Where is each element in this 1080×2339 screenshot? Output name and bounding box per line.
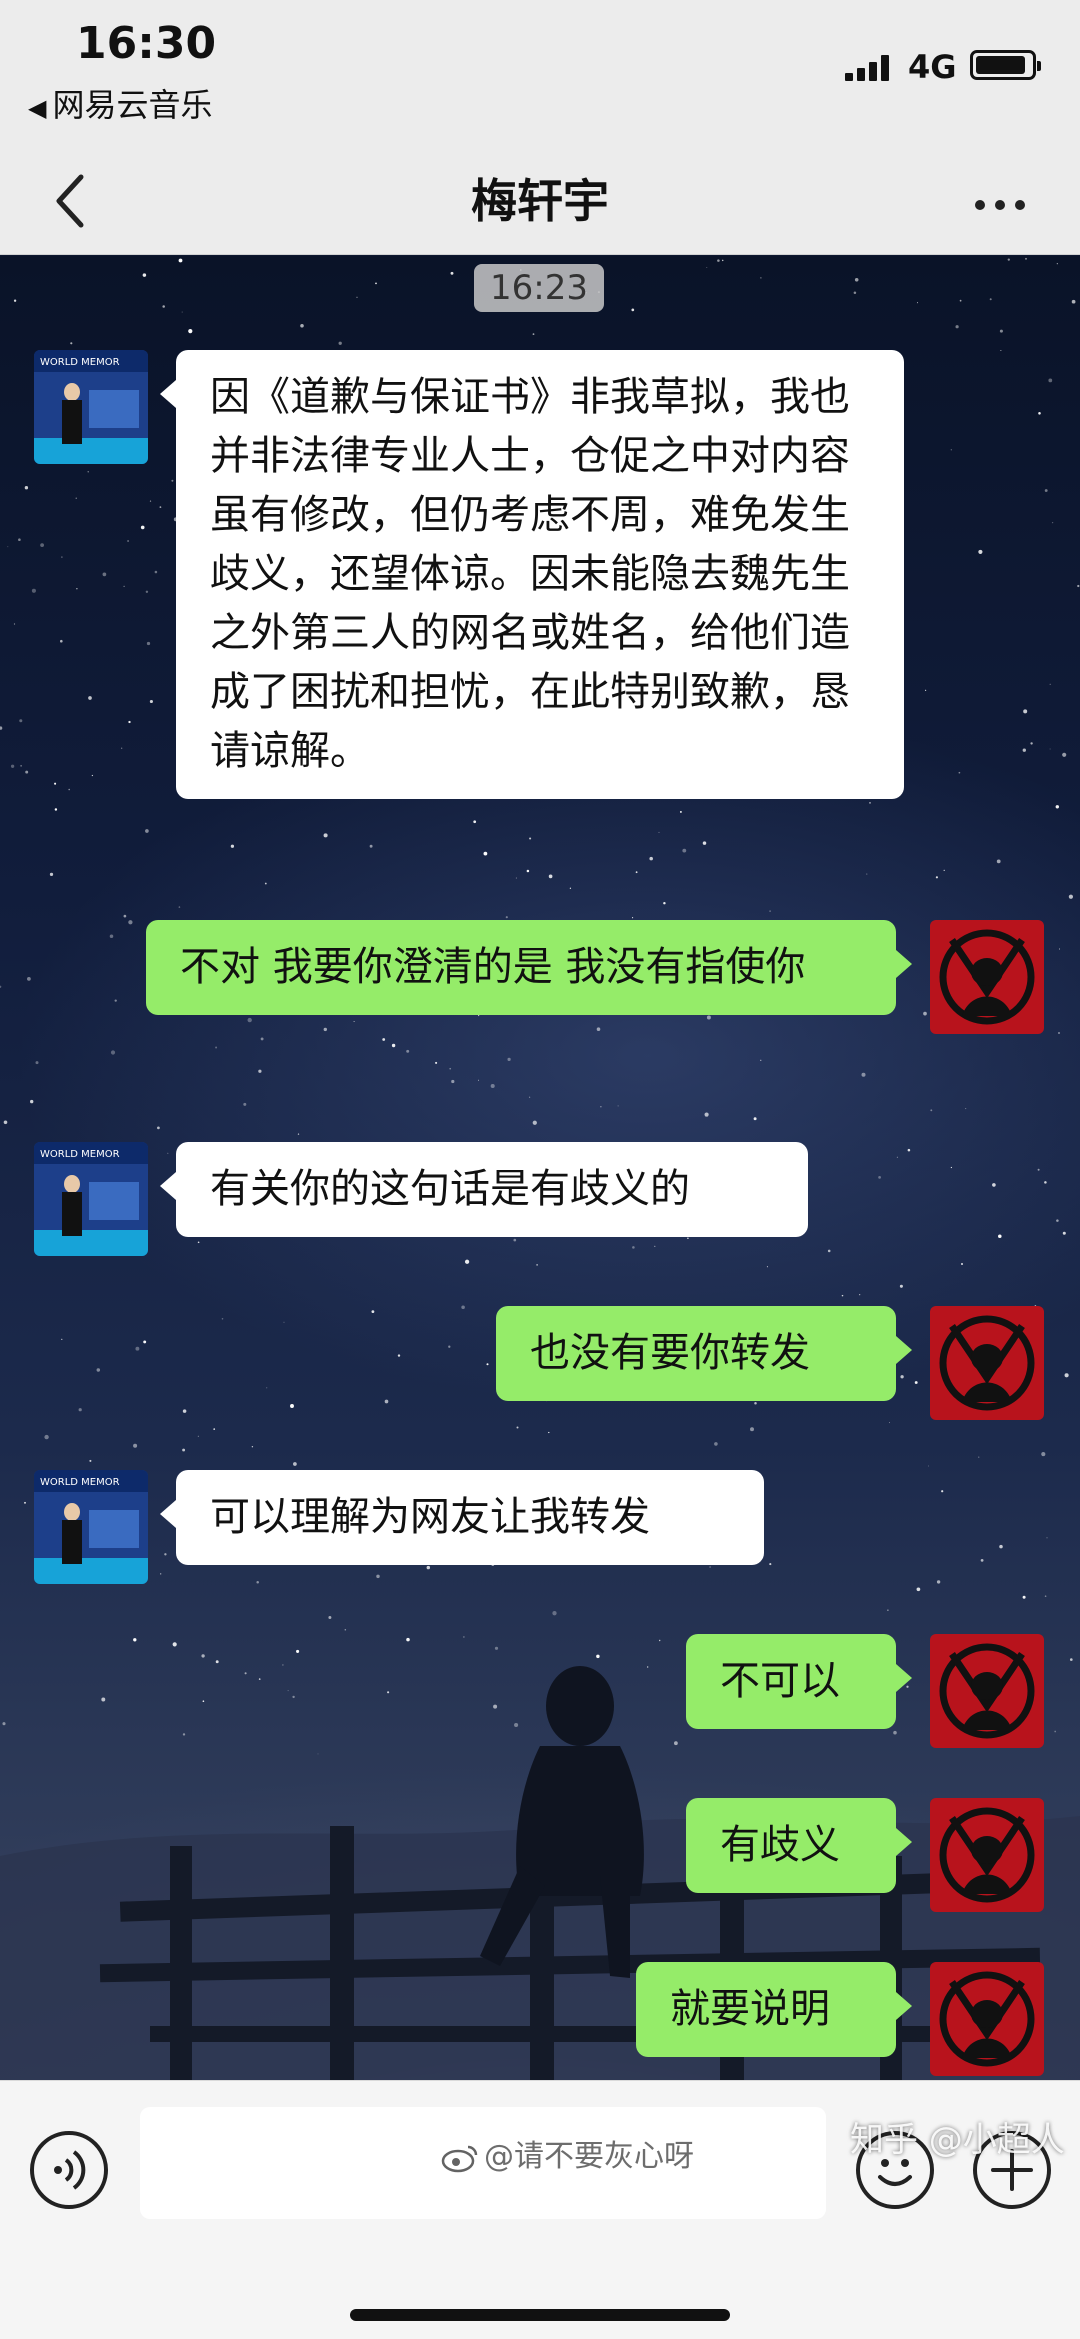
signal-icon [845,55,895,81]
home-indicator[interactable] [350,2309,730,2321]
message-bubble-contact[interactable]: 因《道歉与保证书》非我草拟，我也并非法律专业人士，仓促之中对内容虽有修改，但仍考… [160,350,904,799]
status-bar: 16:30 ◀ 网易云音乐 4G [0,0,1080,150]
message-bubble-contact[interactable]: 可以理解为网友让我转发 [160,1470,764,1565]
svg-text:WORLD MEMOR: WORLD MEMOR [40,1477,120,1488]
zhihu-watermark: 知乎 @小超人 [850,2120,1065,2160]
user-avatar[interactable] [930,1962,1044,2076]
weibo-logo-icon [441,2145,478,2172]
voice-icon[interactable] [30,2131,108,2209]
network-label: 4G [908,48,957,86]
chat-header: 梅轩宇 [0,150,1080,255]
svg-text:WORLD MEMOR: WORLD MEMOR [40,357,120,368]
message-bubble-contact[interactable]: 有关你的这句话是有歧义的 [160,1142,808,1237]
weibo-watermark: @请不要灰心呀 [440,2131,694,2175]
contact-avatar[interactable]: WORLD MEMOR [34,1142,148,1256]
battery-fill [976,56,1025,74]
svg-text:WORLD MEMOR: WORLD MEMOR [40,1149,120,1160]
status-time: 16:30 [76,18,217,69]
back-app-label: 网易云音乐 [52,86,213,124]
weibo-watermark-text: @请不要灰心呀 [484,2139,694,2174]
message-bubble-self[interactable]: 不可以 [686,1634,912,1729]
more-icon[interactable] [960,190,1040,220]
contact-avatar[interactable]: WORLD MEMOR [34,350,148,464]
user-avatar[interactable] [930,920,1044,1034]
user-avatar[interactable] [930,1798,1044,1912]
battery-icon [970,50,1041,80]
back-to-app-link[interactable]: ◀ 网易云音乐 [28,80,212,126]
user-avatar[interactable] [930,1634,1044,1748]
message-timestamp: 16:23 [474,264,604,312]
message-bubble-self[interactable]: 不对 我要你澄清的是 我没有指使你 [146,920,912,1015]
chat-title: 梅轩宇 [471,174,609,228]
back-triangle-icon: ◀ [28,94,47,122]
chat-area[interactable]: 16:23 WORLD MEMOR 因《道歉与保证书》非我草拟，我也并非法律专业… [0,256,1080,2080]
message-bubble-self[interactable]: 就要说明 [636,1962,912,2057]
message-bubble-self[interactable]: 有歧义 [686,1798,912,1893]
user-avatar[interactable] [930,1306,1044,1420]
contact-avatar[interactable]: WORLD MEMOR [34,1470,148,1584]
message-bubble-self[interactable]: 也没有要你转发 [496,1306,912,1401]
